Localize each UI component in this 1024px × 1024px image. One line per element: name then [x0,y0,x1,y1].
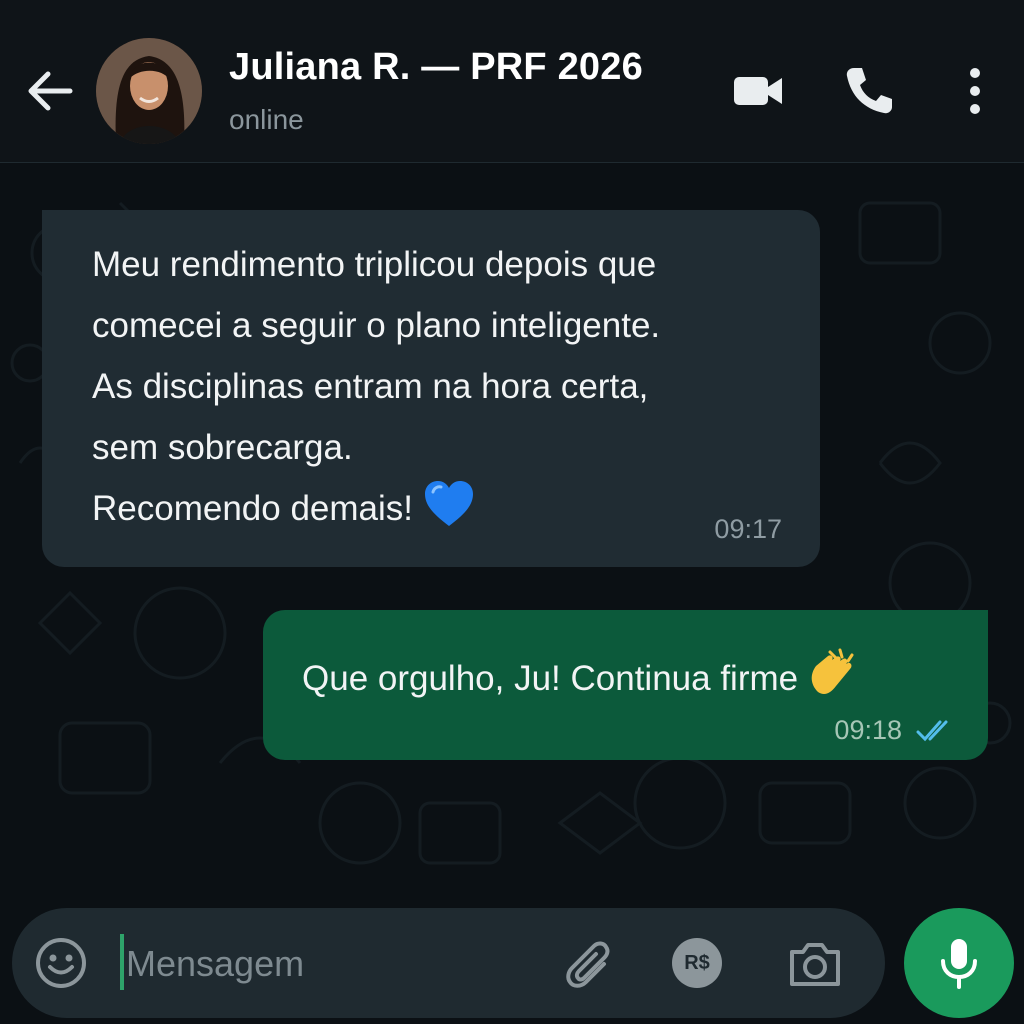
menu-button[interactable] [946,62,1004,120]
voice-message-button[interactable] [904,908,1014,1018]
message-text: Que orgulho, Ju! Continua firme [302,659,799,698]
contact-status: online [229,104,304,135]
message-line: sem sobrecarga. [92,428,353,467]
phone-icon [846,68,892,114]
arrow-left-icon [28,71,73,111]
more-vertical-icon [970,68,980,114]
contact-name[interactable]: Juliana R. — PRF 2026 [229,46,643,89]
outgoing-message-text: Que orgulho, Ju! Continua firme [302,648,858,700]
emoji-button[interactable] [34,936,88,990]
clapping-hands-emoji [811,648,854,694]
payment-label: R$ [684,951,710,974]
contact-avatar[interactable] [96,38,202,144]
message-line: comecei a seguir o plano inteligente. [92,306,661,345]
incoming-message[interactable]: Meu rendimento triplicou depois que come… [42,210,820,567]
paperclip-icon [566,941,610,988]
chat-header: Juliana R. — PRF 2026 online [0,0,1024,163]
blue-heart-emoji [425,481,473,526]
message-list[interactable]: Meu rendimento triplicou depois que come… [0,163,1024,900]
message-last-line: Recomendo demais! [92,478,792,539]
message-time: 09:18 [834,715,902,745]
read-receipt-icon [916,720,948,742]
message-line: As disciplinas entram na hora certa, [92,367,649,406]
video-call-button[interactable] [730,62,788,120]
smiley-icon [36,938,86,988]
camera-button[interactable] [786,936,844,992]
attach-button[interactable] [560,936,616,992]
video-camera-icon [734,77,782,105]
message-line: Meu rendimento triplicou depois que [92,245,657,284]
incoming-message-text: Meu rendimento triplicou depois que come… [92,234,792,539]
outgoing-message[interactable]: Que orgulho, Ju! Continua firme 09:18 [263,610,988,760]
payment-button[interactable]: R$ [672,938,722,988]
avatar-image [96,38,202,144]
microphone-icon [941,939,977,989]
message-input[interactable] [124,934,548,994]
camera-icon [790,943,840,986]
back-button[interactable] [22,66,76,116]
voice-call-button[interactable] [840,62,898,120]
message-time: 09:17 [714,514,782,544]
message-composer: R$ [12,908,885,1018]
message-line: Recomendo demais! [92,489,413,528]
